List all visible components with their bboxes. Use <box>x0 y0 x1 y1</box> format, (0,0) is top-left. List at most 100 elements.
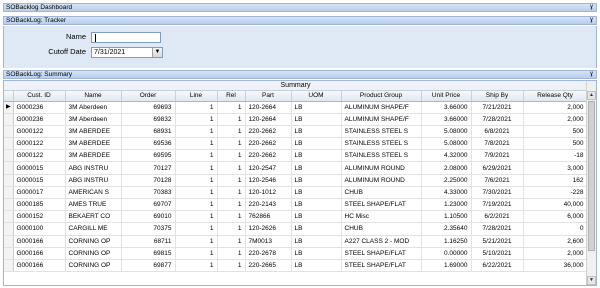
table-cell[interactable]: 2.25000 <box>421 174 472 187</box>
table-cell[interactable]: 1 <box>217 101 246 114</box>
table-cell[interactable]: 5.08000 <box>421 125 472 139</box>
column-header[interactable]: Part <box>245 91 292 102</box>
table-cell[interactable]: 69693 <box>121 101 176 114</box>
table-cell[interactable]: 69595 <box>121 149 176 163</box>
table-cell[interactable]: -228 <box>523 186 588 200</box>
table-cell[interactable]: 69815 <box>121 247 176 260</box>
column-header[interactable]: Cust. ID <box>13 91 66 102</box>
row-selector[interactable] <box>4 247 14 260</box>
table-cell[interactable]: AMERICAN S <box>65 186 122 200</box>
table-row[interactable]: G000100 CARGILL ME 70375 1 1 120-2626 LB CHUB 2.… <box>4 222 588 236</box>
table-cell[interactable]: 2,000 <box>523 101 588 114</box>
table-cell[interactable]: STAINLESS STEEL S <box>341 137 422 151</box>
row-selector[interactable] <box>4 186 14 200</box>
table-cell[interactable]: ABG INSTRU <box>65 174 122 187</box>
table-cell[interactable]: 1.69000 <box>421 259 472 273</box>
scroll-thumb[interactable] <box>588 101 595 251</box>
table-cell[interactable]: 40,000 <box>523 198 588 212</box>
row-selector[interactable] <box>4 125 14 139</box>
table-cell[interactable]: 1 <box>217 113 246 126</box>
table-cell[interactable]: G000152 <box>13 210 66 224</box>
table-cell[interactable]: ALUMINUM SHAPE/F <box>341 113 422 126</box>
table-cell[interactable]: LB <box>291 149 342 163</box>
vertical-scrollbar[interactable]: ▲ ▼ <box>586 81 596 285</box>
table-cell[interactable]: LB <box>291 101 342 114</box>
table-cell[interactable]: G000017 <box>13 186 66 200</box>
row-selector[interactable] <box>4 149 14 163</box>
table-cell[interactable]: 1 <box>217 198 246 212</box>
row-selector[interactable] <box>4 198 14 212</box>
table-cell[interactable]: CORNING OP <box>65 235 122 248</box>
table-cell[interactable]: 3M ABERDEE <box>65 137 122 151</box>
row-selector[interactable] <box>4 161 14 175</box>
table-cell[interactable]: 7/8/2021 <box>471 137 524 151</box>
column-header[interactable]: Release Qty <box>523 91 588 102</box>
table-cell[interactable]: G000236 <box>13 101 66 114</box>
row-selector[interactable]: ▶ <box>4 101 14 114</box>
table-cell[interactable]: G000236 <box>13 113 66 126</box>
pin-icon[interactable]: ɣ <box>590 17 593 24</box>
table-cell[interactable]: 3,000 <box>523 161 588 175</box>
table-cell[interactable]: 762866 <box>245 210 292 224</box>
column-header[interactable]: UOM <box>291 91 342 102</box>
chevron-down-icon[interactable]: ▼ <box>152 48 162 57</box>
table-cell[interactable]: LB <box>291 235 342 248</box>
table-cell[interactable]: G000185 <box>13 198 66 212</box>
table-row[interactable]: G000017 AMERICAN S 70383 1 1 120-1012 LB CHUB 4.… <box>4 186 588 200</box>
column-header[interactable]: Order <box>121 91 176 102</box>
table-cell[interactable]: 0 <box>523 222 588 236</box>
table-cell[interactable]: 70375 <box>121 222 176 236</box>
column-header[interactable]: Ship By <box>471 91 524 102</box>
table-row[interactable]: G000166 CORNING OP 69815 1 1 220-2678 LB STEEL … <box>4 247 588 260</box>
table-row[interactable]: G000152 BEKAERT CO 69010 1 1 762866 LB HC Misc 1… <box>4 210 588 224</box>
table-cell[interactable]: 7/21/2021 <box>471 101 524 114</box>
scroll-up-icon[interactable]: ▲ <box>587 91 596 100</box>
table-cell[interactable]: 2,600 <box>523 235 588 248</box>
table-cell[interactable]: 1.16250 <box>421 235 472 248</box>
table-cell[interactable]: 1 <box>217 247 246 260</box>
column-header[interactable]: Rel <box>217 91 246 102</box>
table-cell[interactable]: 1 <box>217 210 246 224</box>
table-cell[interactable]: 1 <box>217 186 246 200</box>
table-cell[interactable]: 0.00000 <box>421 247 472 260</box>
table-cell[interactable]: 220-2662 <box>245 125 292 139</box>
table-cell[interactable]: 1 <box>175 210 218 224</box>
table-cell[interactable]: 3M ABERDEE <box>65 149 122 163</box>
table-cell[interactable]: 1 <box>175 174 218 187</box>
table-cell[interactable]: 7/6/2021 <box>471 174 524 187</box>
table-cell[interactable]: 500 <box>523 125 588 139</box>
table-cell[interactable]: G000166 <box>13 235 66 248</box>
table-row[interactable]: G000166 CORNING OP 68711 1 1 7M0013 LB A227 CLA… <box>4 235 588 248</box>
table-cell[interactable]: CHUB <box>341 222 422 236</box>
row-selector[interactable] <box>4 174 14 187</box>
table-cell[interactable]: G000122 <box>13 149 66 163</box>
table-row[interactable]: G000122 3M ABERDEE 68931 1 1 220-2662 LB STAINL… <box>4 125 588 139</box>
table-cell[interactable]: LB <box>291 137 342 151</box>
row-selector[interactable] <box>4 222 14 236</box>
table-cell[interactable]: 4.32000 <box>421 149 472 163</box>
table-cell[interactable]: 1.10500 <box>421 210 472 224</box>
table-cell[interactable]: ALUMINUM ROUND <box>341 161 422 175</box>
table-cell[interactable]: STAINLESS STEEL S <box>341 149 422 163</box>
table-cell[interactable]: LB <box>291 174 342 187</box>
table-cell[interactable]: 7M0013 <box>245 235 292 248</box>
table-cell[interactable]: G000166 <box>13 247 66 260</box>
row-selector[interactable] <box>4 137 14 151</box>
table-cell[interactable]: 7/30/2021 <box>471 186 524 200</box>
table-cell[interactable]: 2,000 <box>523 113 588 126</box>
table-cell[interactable]: HC Misc <box>341 210 422 224</box>
table-cell[interactable]: LB <box>291 125 342 139</box>
table-cell[interactable]: 3.66000 <box>421 113 472 126</box>
table-cell[interactable]: 68711 <box>121 235 176 248</box>
table-cell[interactable]: A227 CLASS 2 - MOD <box>341 235 422 248</box>
table-cell[interactable]: 7/9/2021 <box>471 149 524 163</box>
table-cell[interactable]: LB <box>291 161 342 175</box>
table-cell[interactable]: 1 <box>217 125 246 139</box>
table-cell[interactable]: 7/19/2021 <box>471 198 524 212</box>
table-row[interactable]: G000122 3M ABERDEE 69536 1 1 220-2662 LB STAINL… <box>4 137 588 151</box>
table-cell[interactable]: LB <box>291 113 342 126</box>
table-cell[interactable]: 1 <box>175 137 218 151</box>
table-cell[interactable]: 1 <box>175 235 218 248</box>
table-cell[interactable]: G000100 <box>13 222 66 236</box>
table-cell[interactable]: 1 <box>217 235 246 248</box>
